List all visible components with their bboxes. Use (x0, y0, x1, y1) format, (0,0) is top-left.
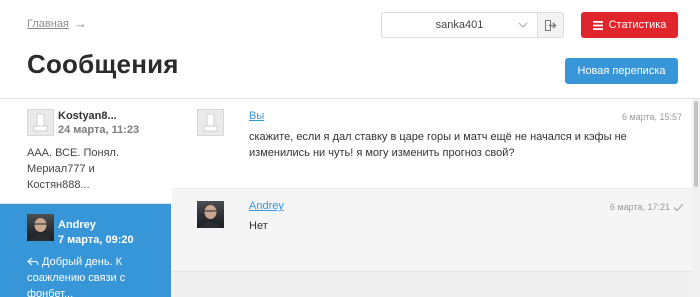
conversation-item[interactable]: Kostyan8... 24 марта, 11:23 ААА. ВСЕ. По… (0, 99, 171, 204)
logout-icon (544, 19, 556, 31)
message-time: 6 марта, 17:21 (609, 202, 670, 212)
message-item: Вы 6 марта, 15:57 скажите, если я дал ст… (172, 99, 692, 189)
new-thread-button[interactable]: Новая переписка (565, 58, 678, 84)
account-select[interactable]: sanka401 (381, 12, 538, 38)
conversation-preview-wrap: Добрый день. К соажлению связи с фонбет.… (27, 254, 159, 297)
logout-button[interactable] (538, 12, 564, 38)
message-text: скажите, если я дал ставку в царе горы и… (249, 131, 627, 159)
breadcrumb-arrow-icon: → (73, 16, 87, 31)
conversation-name: Kostyan8... (58, 110, 117, 122)
conversation-preview: ААА. ВСЕ. Понял. Мериал777 и Костян888..… (27, 147, 120, 191)
scrollbar-thumb[interactable] (694, 101, 698, 187)
chevron-down-icon (518, 22, 528, 28)
thread-scrollbar[interactable] (692, 99, 700, 297)
conversation-list: Kostyan8... 24 марта, 11:23 ААА. ВСЕ. По… (0, 99, 171, 297)
message-author-link[interactable]: Вы (249, 110, 264, 122)
stats-button[interactable]: Статистика (581, 12, 678, 38)
stats-button-label: Статистика (608, 19, 667, 31)
message-time: 6 марта, 15:57 (621, 112, 682, 122)
message-thread: Вы 6 марта, 15:57 скажите, если я дал ст… (172, 99, 700, 297)
checkmark-icon (673, 202, 684, 212)
message-author-link[interactable]: Andrey (249, 200, 284, 212)
user-photo-avatar (197, 201, 224, 228)
conversation-date: 24 марта, 11:23 (58, 124, 140, 136)
conversation-preview: Добрый день. К соажлению связи с фонбет.… (27, 256, 126, 297)
message-item: Andrey 6 марта, 17:21 Нет (172, 189, 692, 271)
messages-main: Kostyan8... 24 марта, 11:23 ААА. ВСЕ. По… (0, 98, 700, 297)
message-time-wrap: 6 марта, 17:21 (610, 202, 684, 212)
compose-area[interactable] (172, 271, 692, 297)
conversation-date: 7 марта, 09:20 (58, 234, 134, 246)
breadcrumb: Главная → (27, 17, 87, 30)
page-title: Сообщения (27, 49, 179, 79)
reply-arrow-icon (27, 257, 39, 266)
conversation-name: Andrey (58, 219, 96, 231)
account-select-value: sanka401 (435, 19, 484, 31)
conversation-item-active[interactable]: Andrey 7 марта, 09:20 Добрый день. К соа… (0, 204, 171, 297)
default-user-icon (197, 109, 224, 136)
message-text: Нет (249, 220, 268, 232)
menu-bars-icon (592, 20, 603, 30)
user-photo-avatar (27, 214, 54, 241)
breadcrumb-home-link[interactable]: Главная (27, 18, 69, 30)
default-user-icon (27, 109, 54, 136)
